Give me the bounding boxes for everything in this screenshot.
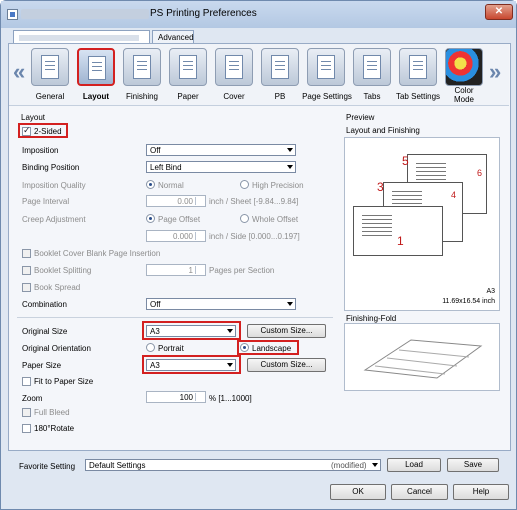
whole-offset-radio[interactable]: [240, 214, 249, 223]
category-layout[interactable]: [77, 48, 115, 88]
favorite-setting-select[interactable]: Default Settings (modified): [85, 459, 381, 471]
booklet-cover-blank-checkbox[interactable]: [22, 249, 31, 258]
full-bleed-checkbox[interactable]: [22, 408, 31, 417]
ok-button[interactable]: OK: [330, 484, 386, 500]
quality-normal-label: Normal: [158, 181, 184, 190]
help-button[interactable]: Help: [453, 484, 509, 500]
page-number-6: 6: [477, 168, 483, 178]
page-interval-unit: inch / Sheet [-9.84...9.84]: [209, 197, 299, 206]
printer-name-redacted: [21, 9, 149, 19]
whole-offset-label: Whole Offset: [252, 215, 299, 224]
imposition-label: Imposition: [22, 146, 59, 155]
category-finishing[interactable]: [123, 48, 161, 88]
zoom-unit: % [1...1000]: [209, 394, 252, 403]
binding-position-select[interactable]: Left Bind: [146, 161, 296, 173]
booklet-cover-blank-label: Booklet Cover Blank Page Insertion: [34, 249, 161, 258]
full-bleed-label: Full Bleed: [34, 408, 70, 417]
finishing-fold-title: Finishing-Fold: [346, 314, 397, 323]
printing-preferences-window: PS Printing Preferences ✕ Advanced « » G…: [0, 0, 517, 510]
landscape-label: Landscape: [252, 344, 292, 353]
booklet-splitting-label: Booklet Splitting: [34, 266, 92, 275]
fit-to-paper-checkbox[interactable]: [22, 377, 31, 386]
section-divider: [17, 317, 333, 318]
category-tabs[interactable]: [353, 48, 391, 88]
favorite-setting-label: Favorite Setting: [19, 462, 76, 471]
portrait-label: Portrait: [158, 344, 184, 353]
portrait-radio[interactable]: [146, 343, 155, 352]
zoom-input[interactable]: 100: [146, 391, 206, 403]
category-cover[interactable]: [215, 48, 253, 88]
creep-input[interactable]: 0.000: [146, 230, 206, 242]
two-sided-label: 2-Sided: [34, 127, 62, 136]
tab-advanced[interactable]: Advanced: [152, 30, 194, 44]
category-general[interactable]: [31, 48, 69, 88]
imposition-select[interactable]: Off: [146, 144, 296, 156]
page-offset-radio[interactable]: [146, 214, 155, 223]
quality-high-radio[interactable]: [240, 180, 249, 189]
original-size-select[interactable]: A3: [146, 325, 236, 337]
paper-size-select[interactable]: A3: [146, 359, 236, 371]
fit-to-paper-label: Fit to Paper Size: [34, 377, 94, 386]
tab-label-redacted: [19, 35, 139, 41]
two-sided-checkbox[interactable]: [22, 125, 31, 136]
category-tab-settings[interactable]: [399, 48, 437, 88]
original-orientation-label: Original Orientation: [22, 344, 91, 353]
category-paper[interactable]: [169, 48, 207, 88]
quality-high-label: High Precision: [252, 181, 304, 190]
zoom-label: Zoom: [22, 394, 43, 403]
finishing-fold-pane: [344, 323, 500, 391]
booklet-pages-input[interactable]: 1: [146, 264, 206, 276]
book-spread-checkbox[interactable]: [22, 283, 31, 292]
layout-finishing-title: Layout and Finishing: [346, 126, 420, 135]
combination-label: Combination: [22, 300, 67, 309]
fold-sheet-graphic: [363, 339, 483, 379]
custom-size-button[interactable]: Custom Size...: [247, 324, 326, 338]
combination-select[interactable]: Off: [146, 298, 296, 310]
preview-paper-dims: 11.69x16.54 inch: [442, 298, 495, 305]
save-button[interactable]: Save: [447, 458, 499, 472]
book-spread-label: Book Spread: [34, 283, 81, 292]
quality-normal-radio[interactable]: [146, 180, 155, 189]
window-title: PS Printing Preferences: [150, 8, 257, 19]
booklet-splitting-checkbox[interactable]: [22, 266, 31, 275]
custom-size-button-2[interactable]: Custom Size...: [247, 358, 326, 372]
cancel-button[interactable]: Cancel: [391, 484, 448, 500]
printer-app-icon: [7, 9, 18, 20]
close-button[interactable]: ✕: [485, 4, 513, 20]
rotate-180-checkbox[interactable]: [22, 424, 31, 433]
page-offset-label: Page Offset: [158, 215, 201, 224]
preview-paper-code: A3: [486, 288, 495, 295]
category-label-color-mode: Color Mode: [453, 86, 474, 104]
creep-adjustment-label: Creep Adjustment: [22, 215, 86, 224]
page-number-4: 4: [451, 190, 457, 200]
title-bar: PS Printing Preferences ✕: [1, 1, 516, 28]
section-layout-title: Layout: [21, 113, 46, 122]
booklet-pages-unit: Pages per Section: [209, 266, 275, 275]
binding-position-label: Binding Position: [22, 163, 80, 172]
original-size-label: Original Size: [22, 327, 68, 336]
page-number-1: 1: [397, 234, 404, 248]
category-color-mode[interactable]: [445, 48, 483, 88]
category-pb[interactable]: [261, 48, 299, 88]
page-number-3: 3: [377, 180, 384, 194]
layout-preview-pane: 5 3 1 4 6 A3 11.69x16.54 inch: [344, 137, 500, 311]
page-number-5: 5: [402, 154, 409, 168]
page-interval-input[interactable]: 0.00: [146, 195, 206, 207]
preview-title: Preview: [346, 113, 375, 122]
imposition-quality-label: Imposition Quality: [22, 181, 86, 190]
paper-size-label: Paper Size: [22, 361, 62, 370]
load-button[interactable]: Load: [387, 458, 441, 472]
page-interval-label: Page Interval: [22, 197, 70, 206]
category-page-settings[interactable]: [307, 48, 345, 88]
creep-unit: inch / Side [0.000...0.197]: [209, 232, 300, 241]
rotate-180-label: 180°Rotate: [34, 424, 75, 433]
scroll-right-icon[interactable]: »: [489, 59, 501, 85]
landscape-radio[interactable]: [240, 343, 249, 352]
preview-page-front: [353, 206, 443, 256]
tab-printer-main[interactable]: [13, 30, 150, 44]
scroll-left-icon[interactable]: «: [13, 59, 25, 85]
